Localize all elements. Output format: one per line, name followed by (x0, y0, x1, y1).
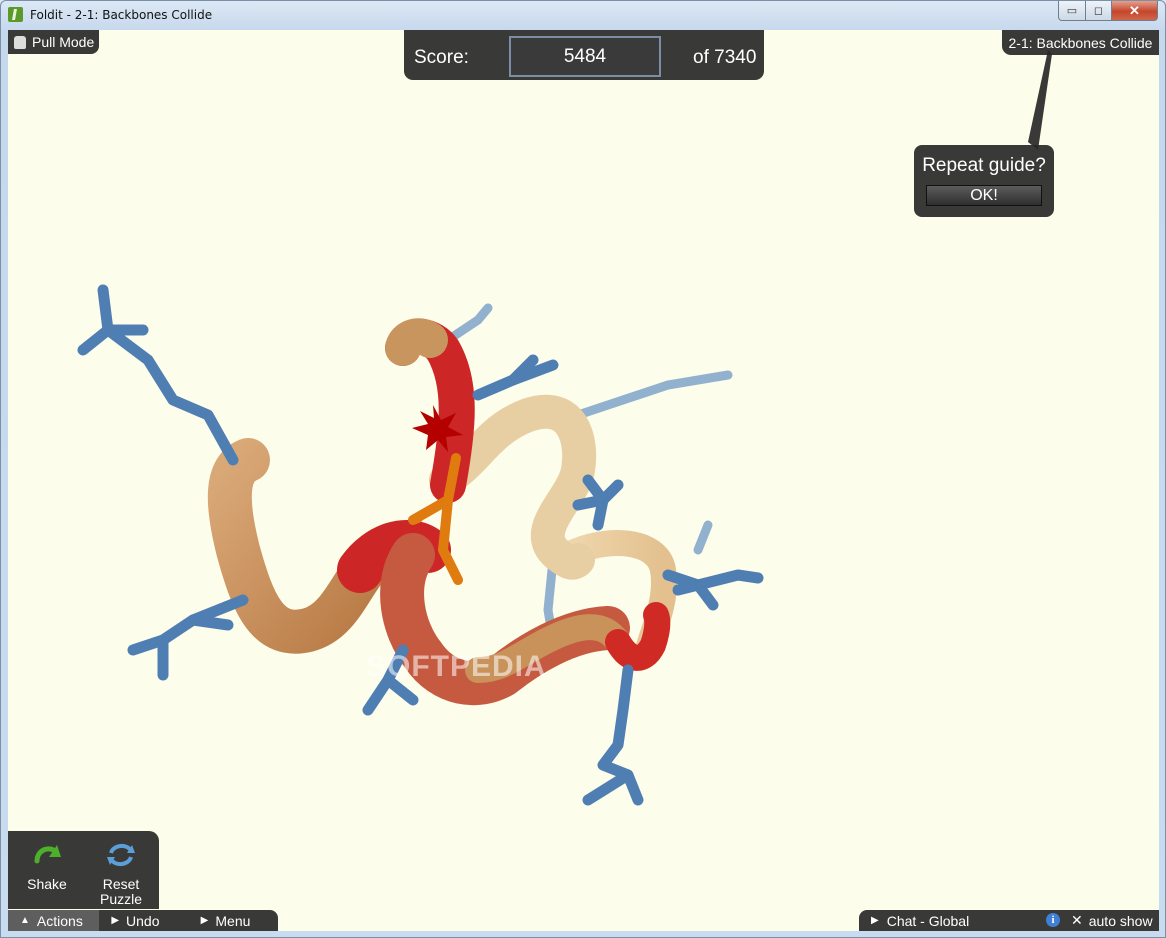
puzzle-name-label: 2-1: Backbones Collide (1008, 34, 1153, 51)
bottom-tab-bar: ▲ Actions ▶ Undo ▶ Menu (8, 910, 278, 931)
tab-menu-label: Menu (215, 912, 251, 929)
game-viewport[interactable]: SOFTPEDIA Pull Mode Score: 5484 of 7340 … (8, 30, 1159, 931)
tab-menu[interactable]: ▶ Menu (189, 910, 278, 931)
shake-button[interactable]: Shake (12, 839, 82, 892)
tab-actions[interactable]: ▲ Actions (8, 910, 100, 931)
tab-undo[interactable]: ▶ Undo (99, 910, 188, 931)
puzzle-name-tab[interactable]: 2-1: Backbones Collide (1002, 30, 1159, 55)
app-window: Foldit - 2-1: Backbones Collide ▭ ◻ ✕ SO… (0, 0, 1166, 938)
shake-arrow-icon (34, 845, 61, 864)
score-label: Score: (414, 47, 469, 68)
close-icon: ✕ (1129, 2, 1140, 18)
reset-label-line2: Puzzle (99, 891, 143, 907)
softpedia-watermark: SOFTPEDIA (366, 650, 547, 683)
chat-bar[interactable]: ▶ Chat - Global i ✕ auto show (859, 910, 1159, 931)
foldit-app-icon (8, 7, 23, 22)
close-x-icon: ✕ (1071, 912, 1083, 928)
window-title: Foldit - 2-1: Backbones Collide (30, 8, 213, 22)
autoshow-toggle[interactable]: ✕ auto show (1071, 912, 1153, 929)
score-panel: Score: 5484 of 7340 (404, 30, 764, 80)
guide-prompt: Repeat guide? (922, 155, 1046, 176)
pull-mode-indicator[interactable]: Pull Mode (8, 30, 99, 54)
triangle-right-icon: ▶ (111, 915, 120, 926)
triangle-right-icon: ▶ (200, 915, 209, 926)
autoshow-label: auto show (1088, 912, 1153, 929)
triangle-right-icon: ▶ (871, 915, 879, 926)
pull-mode-label: Pull Mode (32, 34, 95, 50)
info-icon[interactable]: i (1046, 913, 1060, 927)
guide-popup: Repeat guide? OK! (914, 145, 1054, 217)
triangle-up-icon: ▲ (20, 915, 30, 926)
shake-label: Shake (27, 876, 67, 892)
close-button[interactable]: ✕ (1111, 1, 1158, 21)
reset-icon (107, 844, 135, 866)
tab-undo-label: Undo (126, 912, 160, 929)
tab-actions-label: Actions (36, 912, 83, 929)
hand-icon (14, 35, 26, 49)
reset-puzzle-button[interactable]: Reset Puzzle (86, 839, 156, 907)
minimize-icon: ▭ (1066, 5, 1078, 17)
chat-label: Chat - Global (886, 912, 970, 929)
reset-label-line1: Reset (102, 876, 140, 892)
actions-panel: Shake Reset Puzzle (8, 831, 159, 909)
score-value: 5484 (509, 36, 661, 77)
maximize-icon: ◻ (1093, 5, 1104, 17)
maximize-button[interactable]: ◻ (1085, 1, 1112, 21)
guide-pointer (1028, 50, 1052, 150)
guide-ok-button[interactable]: OK! (926, 185, 1042, 206)
minimize-button[interactable]: ▭ (1058, 1, 1086, 21)
title-bar[interactable]: Foldit - 2-1: Backbones Collide ▭ ◻ ✕ (1, 1, 1165, 29)
score-max: of 7340 (693, 47, 757, 68)
